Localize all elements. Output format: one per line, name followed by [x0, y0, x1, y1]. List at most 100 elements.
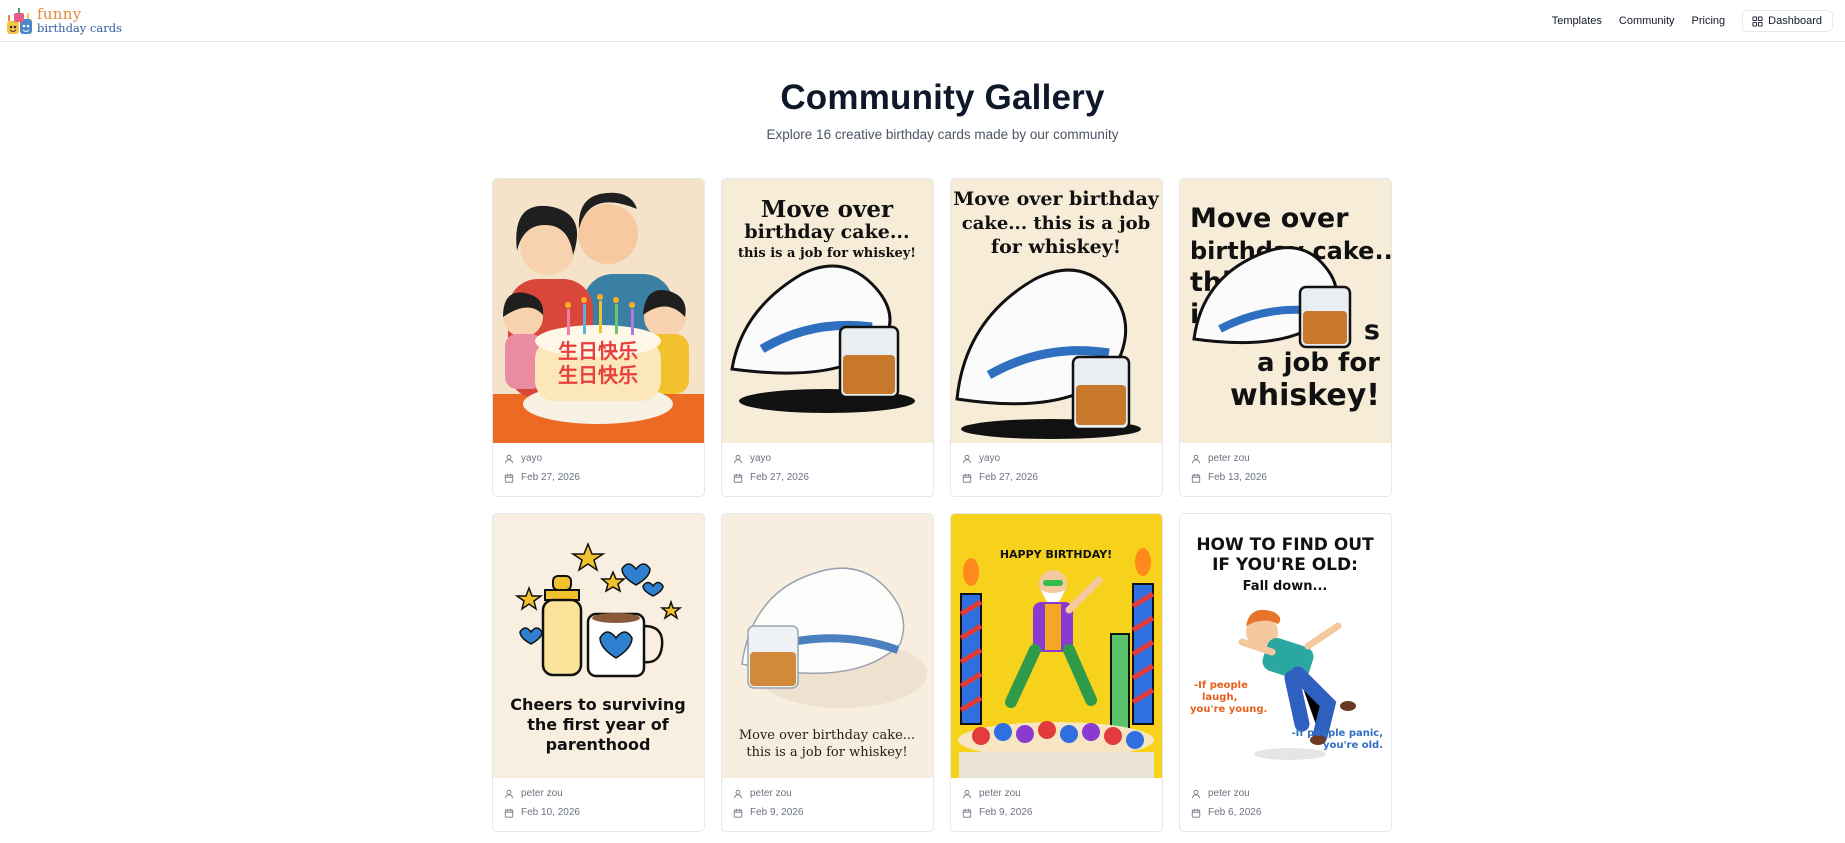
- page-title: Community Gallery: [780, 78, 1105, 117]
- card-image-family-cake[interactable]: 生日快乐 生日快乐: [493, 179, 704, 443]
- logo-word-birthday-cards: birthday cards: [37, 21, 122, 36]
- calendar-icon: [504, 808, 514, 818]
- calendar-icon: [962, 473, 972, 483]
- card-meta: peter zou Feb 9, 2026: [951, 778, 1162, 819]
- card-art-text: 生日快乐: [558, 339, 638, 363]
- card-art-text: for whiskey!: [991, 236, 1121, 258]
- card-art-text: -If people panic,: [1291, 728, 1383, 739]
- user-icon: [1192, 789, 1200, 798]
- card-author: yayo: [504, 452, 704, 465]
- card-art-text: Move over: [761, 196, 894, 223]
- card-art-text: HOW TO FIND OUT: [1196, 535, 1374, 555]
- card-author: peter zou: [504, 787, 704, 800]
- card-art-text: HAPPY BIRTHDAY!: [1000, 548, 1112, 561]
- card-date-text: Feb 27, 2026: [750, 472, 809, 483]
- card-image-whiskey-hat-bold[interactable]: Move over birthday cake... this is a job…: [951, 179, 1162, 443]
- card-art-text: this is a job for whiskey!: [738, 246, 916, 261]
- card-image-falling-man[interactable]: HOW TO FIND OUT IF YOU'RE OLD: Fall down…: [1180, 514, 1391, 778]
- card-author: peter zou: [1191, 452, 1391, 465]
- calendar-icon: [733, 808, 743, 818]
- user-icon: [1192, 454, 1200, 463]
- card-author: peter zou: [1191, 787, 1391, 800]
- card-meta: peter zou Feb 10, 2026: [493, 778, 704, 819]
- card-image-whiskey-poster[interactable]: Move over birthday cake... thi is s a jo…: [1180, 179, 1391, 443]
- calendar-icon: [733, 473, 743, 483]
- gallery-card[interactable]: 生日快乐 生日快乐 yayo Feb 27, 2026: [492, 178, 705, 497]
- user-icon: [734, 789, 742, 798]
- card-art-text: s: [1364, 315, 1380, 346]
- card-author-name: peter zou: [521, 788, 563, 799]
- gallery-card[interactable]: HOW TO FIND OUT IF YOU'RE OLD: Fall down…: [1179, 513, 1392, 832]
- card-art-text: birthday cake...: [744, 221, 909, 243]
- layout-grid-icon: [1752, 15, 1763, 27]
- card-art-text: 生日快乐: [558, 363, 638, 387]
- user-icon: [734, 454, 742, 463]
- card-art-text: IF YOU'RE OLD:: [1212, 555, 1358, 575]
- gallery-card[interactable]: Move over birthday cake... this is a job…: [950, 178, 1163, 497]
- user-icon: [505, 789, 513, 798]
- gallery-grid: 生日快乐 生日快乐 yayo Feb 27, 2026 Move over bi…: [492, 178, 1393, 832]
- main-nav: Templates Community Pricing Dashboard: [1552, 0, 1845, 42]
- card-meta: peter zou Feb 6, 2026: [1180, 778, 1391, 819]
- card-author-name: yayo: [979, 453, 1001, 464]
- card-art-text: the first year of: [527, 715, 669, 734]
- card-date: Feb 13, 2026: [1191, 471, 1391, 484]
- gallery-card[interactable]: HAPPY BIRTHDAY! peter zou Feb 9, 2026: [950, 513, 1163, 832]
- card-art-text: Move over birthday cake...: [739, 728, 915, 743]
- card-art-text: parenthood: [546, 735, 651, 754]
- calendar-icon: [962, 808, 972, 818]
- card-art-text: a job for: [1257, 348, 1380, 378]
- card-art-text: laugh,: [1202, 692, 1237, 703]
- logo-word-funny: funny: [37, 5, 82, 24]
- card-date: Feb 27, 2026: [504, 471, 704, 484]
- card-art-text: Move over birthday: [953, 188, 1160, 210]
- calendar-icon: [1191, 473, 1201, 483]
- site-logo[interactable]: funny birthday cards: [5, 4, 122, 38]
- card-author-name: peter zou: [750, 788, 792, 799]
- card-image-rockstar-cake[interactable]: HAPPY BIRTHDAY!: [951, 514, 1162, 778]
- card-art-text: whiskey!: [1230, 378, 1380, 413]
- card-date: Feb 10, 2026: [504, 806, 704, 819]
- card-image-watercolor-whiskey[interactable]: Move over birthday cake... this is a job…: [722, 514, 933, 778]
- card-image-parenthood[interactable]: Cheers to surviving the first year of pa…: [493, 514, 704, 778]
- card-art-text: -If people: [1194, 680, 1248, 691]
- card-date: Feb 9, 2026: [733, 806, 933, 819]
- card-author: yayo: [962, 452, 1162, 465]
- dashboard-button[interactable]: Dashboard: [1742, 10, 1833, 32]
- card-date-text: Feb 9, 2026: [750, 807, 804, 818]
- card-meta: yayo Feb 27, 2026: [493, 443, 704, 484]
- nav-pricing-link[interactable]: Pricing: [1692, 15, 1726, 27]
- gallery-card[interactable]: Move over birthday cake... this is a job…: [721, 513, 934, 832]
- card-art-text: you're young.: [1190, 704, 1267, 715]
- nav-templates-link[interactable]: Templates: [1552, 15, 1602, 27]
- nav-community-link[interactable]: Community: [1619, 15, 1675, 27]
- card-author-name: yayo: [521, 453, 543, 464]
- user-icon: [505, 454, 513, 463]
- card-date: Feb 27, 2026: [962, 471, 1162, 484]
- card-art-text: Cheers to surviving: [510, 695, 686, 714]
- top-navbar: funny birthday cards Templates Community…: [0, 0, 1845, 42]
- card-author-name: peter zou: [979, 788, 1021, 799]
- card-date-text: Feb 13, 2026: [1208, 472, 1267, 483]
- user-icon: [963, 789, 971, 798]
- card-author-name: yayo: [750, 453, 772, 464]
- card-meta: yayo Feb 27, 2026: [722, 443, 933, 484]
- card-image-whiskey-hat[interactable]: Move over birthday cake... this is a job…: [722, 179, 933, 443]
- calendar-icon: [1191, 808, 1201, 818]
- user-icon: [963, 454, 971, 463]
- card-date-text: Feb 9, 2026: [979, 807, 1033, 818]
- card-date: Feb 9, 2026: [962, 806, 1162, 819]
- card-author: peter zou: [962, 787, 1162, 800]
- card-author: peter zou: [733, 787, 933, 800]
- card-meta: peter zou Feb 9, 2026: [722, 778, 933, 819]
- card-art-text: Move over: [1190, 203, 1349, 234]
- gallery-card[interactable]: Cheers to surviving the first year of pa…: [492, 513, 705, 832]
- gallery-card[interactable]: Move over birthday cake... this is a job…: [721, 178, 934, 497]
- card-date-text: Feb 27, 2026: [521, 472, 580, 483]
- card-author: yayo: [733, 452, 933, 465]
- calendar-icon: [504, 473, 514, 483]
- card-date-text: Feb 6, 2026: [1208, 807, 1262, 818]
- card-meta: peter zou Feb 13, 2026: [1180, 443, 1391, 484]
- card-art-text: this is a job for whiskey!: [746, 745, 907, 760]
- gallery-card[interactable]: Move over birthday cake... thi is s a jo…: [1179, 178, 1392, 497]
